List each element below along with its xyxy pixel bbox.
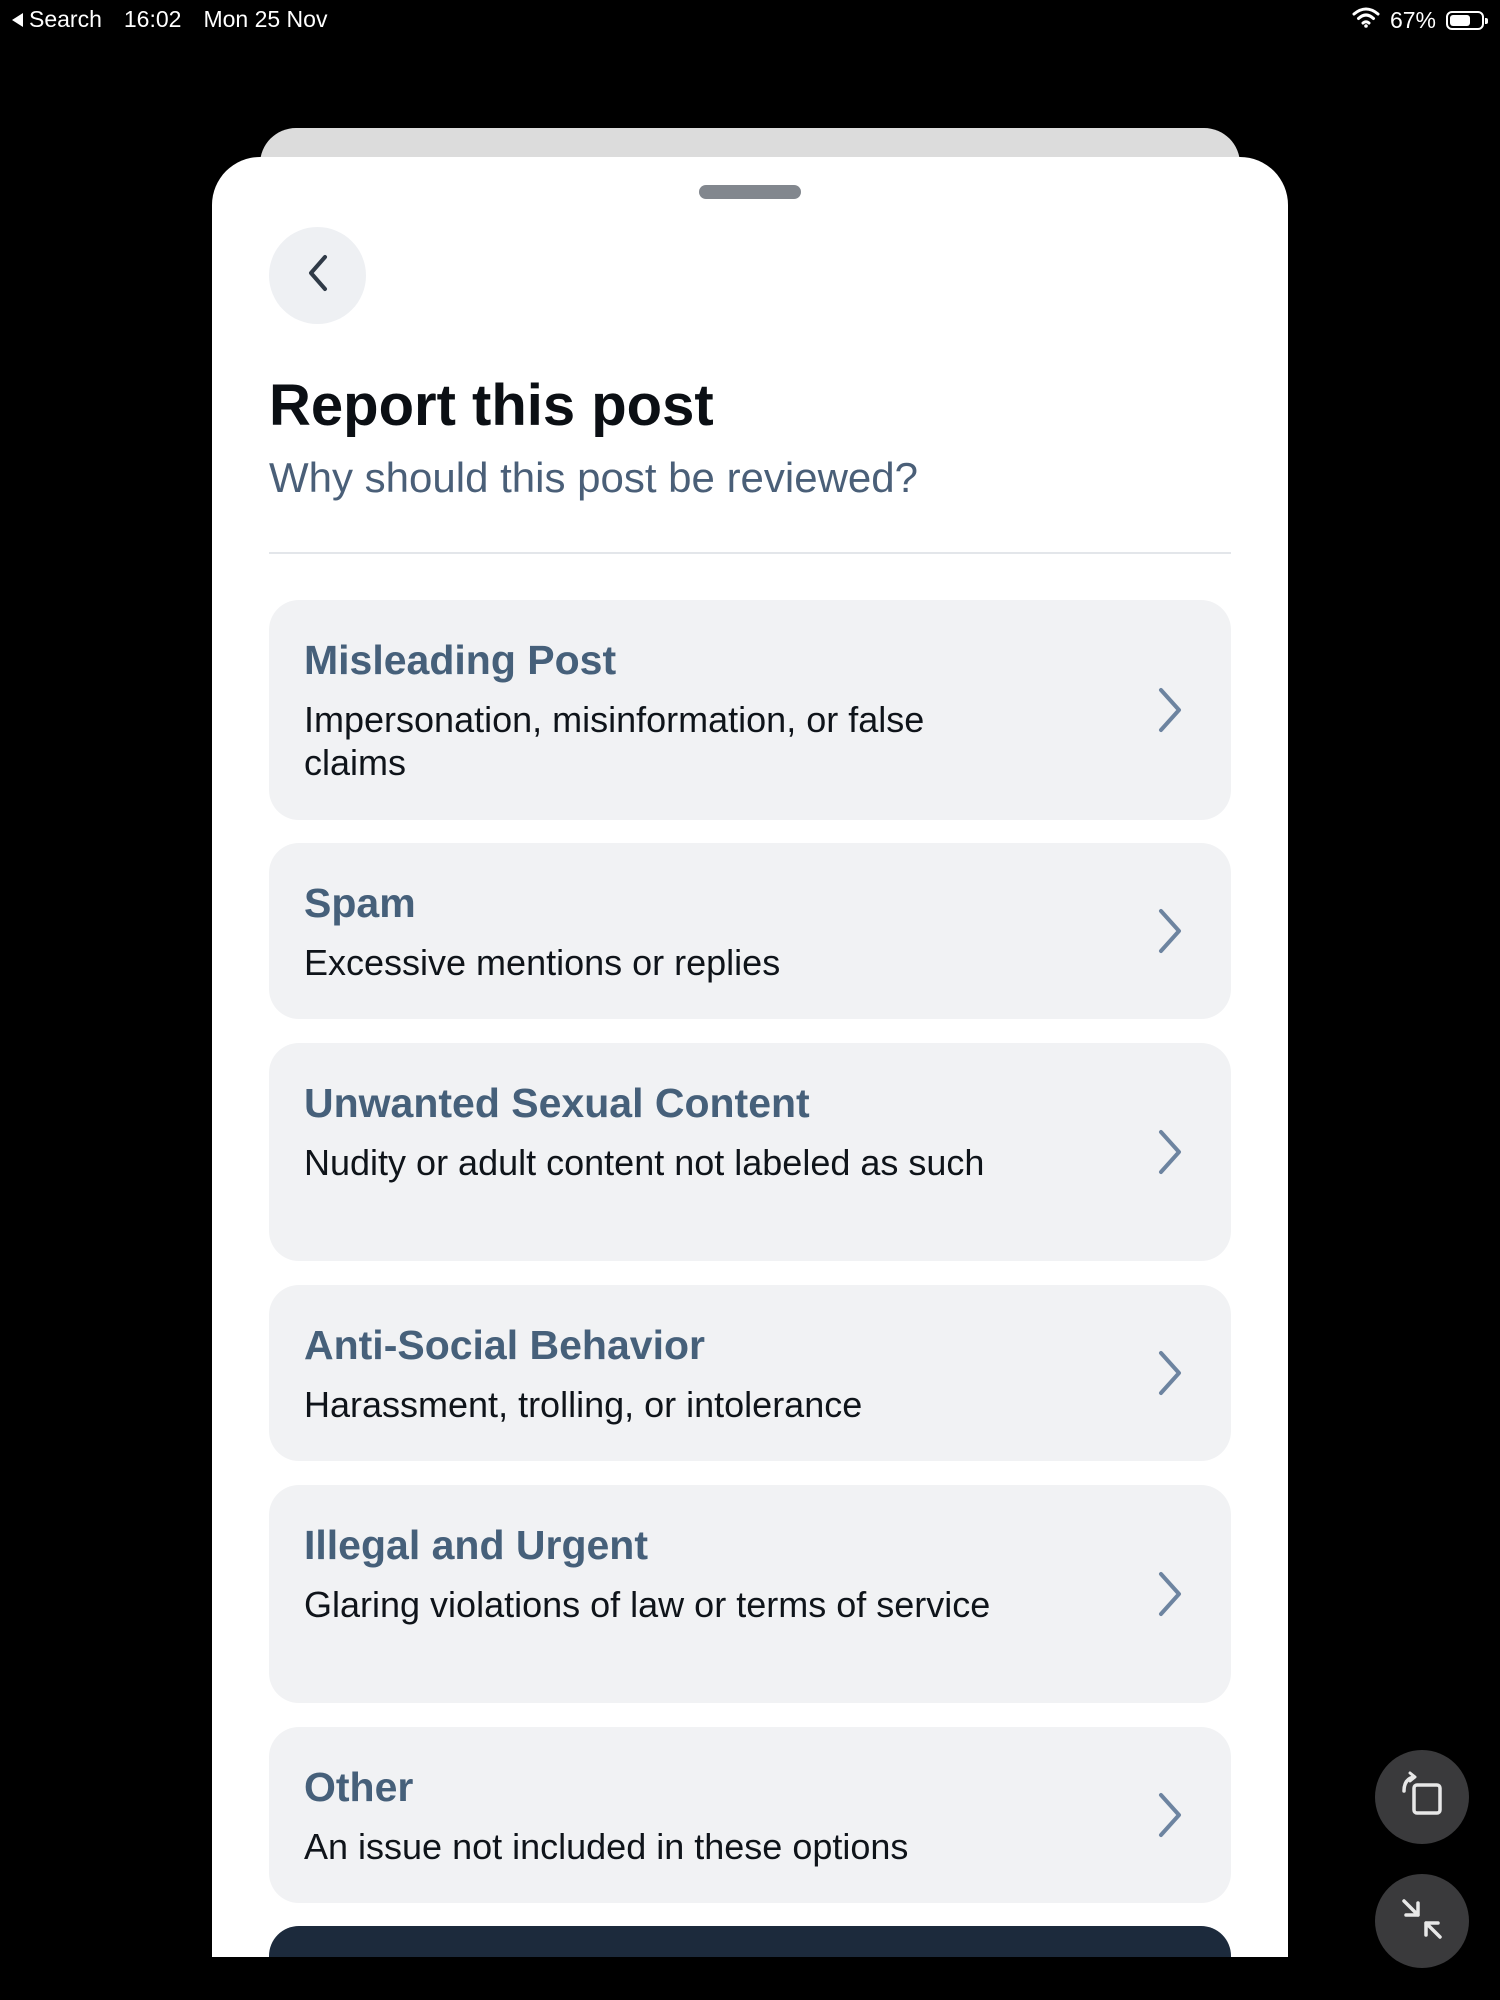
chevron-right-icon — [1149, 905, 1189, 957]
back-to-app-button[interactable]: Search — [12, 6, 102, 33]
status-time: 16:02 — [123, 6, 182, 32]
option-spam[interactable]: Spam Excessive mentions or replies — [269, 843, 1231, 1019]
minimize-button[interactable] — [1375, 1874, 1469, 1968]
rotate-screen-icon — [1396, 1769, 1448, 1826]
divider — [269, 552, 1231, 554]
sheet-grabber[interactable] — [699, 185, 801, 199]
option-description: Impersonation, misinformation, or false … — [304, 699, 925, 783]
collapse-arrows-icon — [1396, 1893, 1448, 1950]
chevron-right-icon — [1149, 1347, 1189, 1399]
option-label: Unwanted Sexual Content — [304, 1080, 810, 1126]
option-other[interactable]: Other An issue not included in these opt… — [269, 1727, 1231, 1903]
submit-button[interactable] — [269, 1926, 1231, 1957]
chevron-right-icon — [1149, 1789, 1189, 1841]
status-bar: Search 16:02 Mon 25 Nov 67% — [0, 0, 1500, 40]
back-app-label: Search — [29, 6, 102, 32]
chevron-left-icon — [303, 251, 333, 300]
battery-percent: 67% — [1389, 6, 1436, 33]
option-description: Glaring violations of law or terms of se… — [304, 1584, 991, 1625]
option-label: Misleading Post — [304, 637, 617, 683]
option-label: Other — [304, 1764, 414, 1810]
page-subtitle: Why should this post be reviewed? — [269, 454, 919, 501]
option-label: Anti-Social Behavior — [304, 1322, 705, 1368]
option-label: Spam — [304, 880, 416, 926]
option-misleading-post[interactable]: Misleading Post Impersonation, misinform… — [269, 600, 1231, 820]
option-illegal-and-urgent[interactable]: Illegal and Urgent Glaring violations of… — [269, 1485, 1231, 1703]
page-title: Report this post — [269, 373, 714, 438]
status-right: 67% — [1352, 6, 1488, 34]
wifi-icon — [1352, 6, 1380, 34]
status-left: Search 16:02 Mon 25 Nov — [12, 6, 327, 33]
option-label: Illegal and Urgent — [304, 1522, 648, 1568]
option-unwanted-sexual-content[interactable]: Unwanted Sexual Content Nudity or adult … — [269, 1043, 1231, 1261]
chevron-right-icon — [1149, 684, 1189, 736]
chevron-right-icon — [1149, 1568, 1189, 1620]
back-button[interactable] — [269, 227, 366, 324]
status-date: Mon 25 Nov — [203, 6, 328, 32]
option-description: An issue not included in these options — [304, 1826, 909, 1867]
option-description: Harassment, trolling, or intolerance — [304, 1384, 863, 1425]
chevron-right-icon — [1149, 1126, 1189, 1178]
back-triangle-icon — [12, 12, 23, 27]
option-anti-social-behavior[interactable]: Anti-Social Behavior Harassment, trollin… — [269, 1285, 1231, 1461]
rotate-screen-button[interactable] — [1375, 1750, 1469, 1844]
report-sheet: Report this post Why should this post be… — [212, 157, 1288, 1957]
battery-icon — [1446, 10, 1488, 30]
battery-fill — [1450, 14, 1471, 26]
option-description: Excessive mentions or replies — [304, 942, 781, 983]
option-description: Nudity or adult content not labeled as s… — [304, 1142, 985, 1183]
